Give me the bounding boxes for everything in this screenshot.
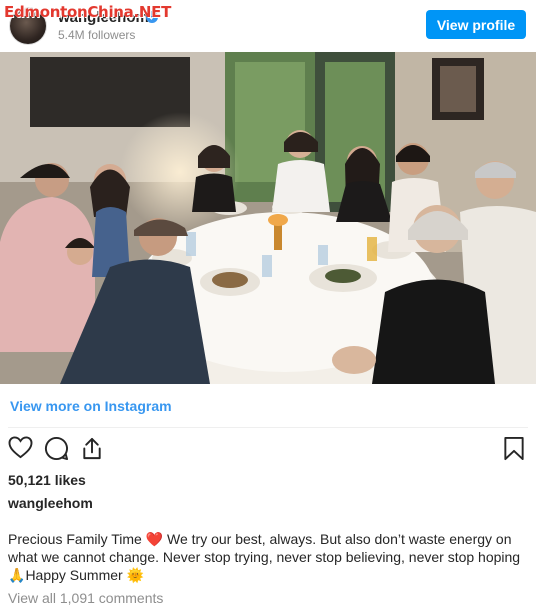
caption-part-1: Precious Family Time: [8, 531, 142, 547]
view-all-comments-link[interactable]: View all 1,091 comments: [8, 590, 163, 606]
post-photo-image: [0, 52, 536, 384]
sun-emoji-icon: 🌞: [126, 567, 145, 583]
share-icon[interactable]: [80, 436, 104, 466]
caption-text: Precious Family Time ❤️ We try our best,…: [8, 530, 532, 584]
heart-icon[interactable]: [8, 436, 33, 464]
pray-emoji-icon: 🙏: [8, 567, 26, 583]
heart-emoji-icon: ❤️: [145, 531, 164, 547]
view-profile-button[interactable]: View profile: [426, 10, 526, 39]
divider: [8, 427, 528, 428]
caption-username[interactable]: wangleehom: [8, 495, 93, 511]
caption-part-3: Happy Summer: [25, 567, 123, 583]
post-photo[interactable]: [0, 52, 536, 384]
bookmark-icon[interactable]: [503, 436, 525, 466]
view-more-link[interactable]: View more on Instagram: [10, 398, 172, 414]
comment-icon[interactable]: [44, 436, 69, 466]
likes-count[interactable]: 50,121 likes: [8, 472, 86, 488]
followers-count: 5.4M followers: [58, 28, 136, 42]
watermark: EdmontonChina.NET: [4, 3, 172, 21]
